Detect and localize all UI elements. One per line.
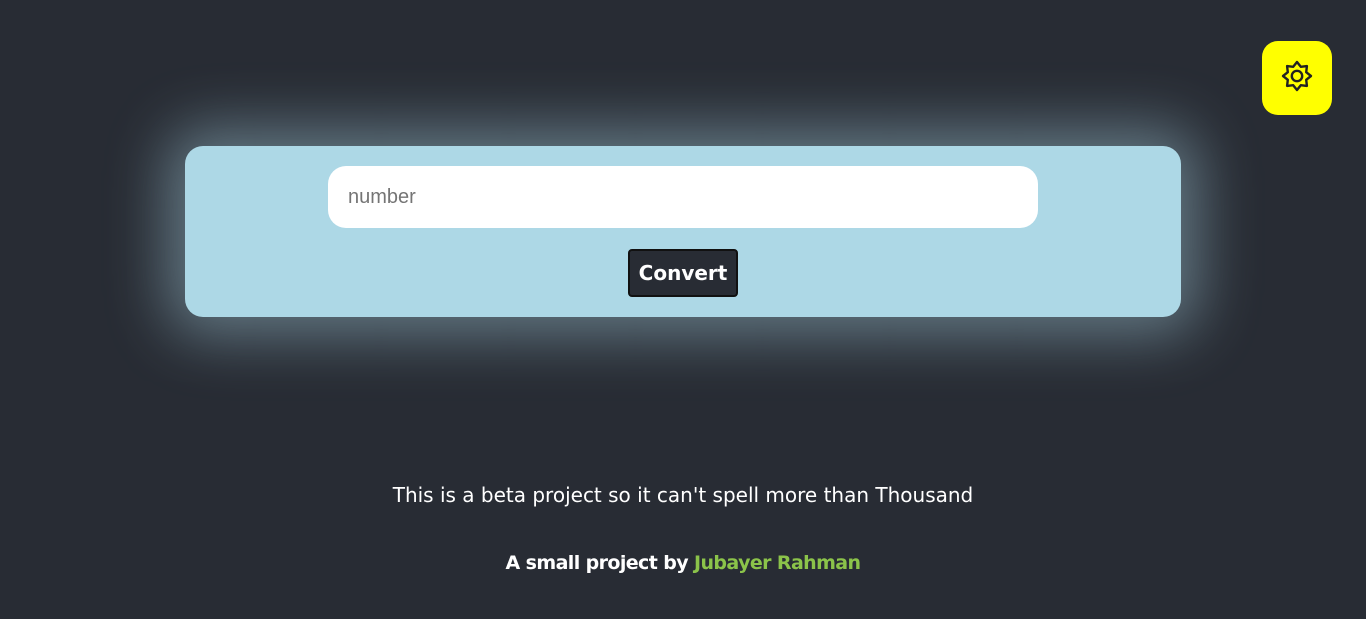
credit-prefix: A small project by: [505, 552, 695, 574]
convert-button[interactable]: Convert: [628, 249, 738, 297]
number-input[interactable]: [328, 166, 1038, 228]
credit-line: A small project by Jubayer Rahman: [0, 549, 1366, 577]
page: Convert This is a beta project so it can…: [0, 0, 1366, 619]
converter-card: Convert: [185, 146, 1181, 317]
beta-note: This is a beta project so it can't spell…: [392, 483, 974, 507]
gear-icon: [1280, 59, 1314, 97]
theme-toggle-button[interactable]: [1262, 41, 1332, 115]
author-link[interactable]: Jubayer Rahman: [694, 552, 861, 574]
